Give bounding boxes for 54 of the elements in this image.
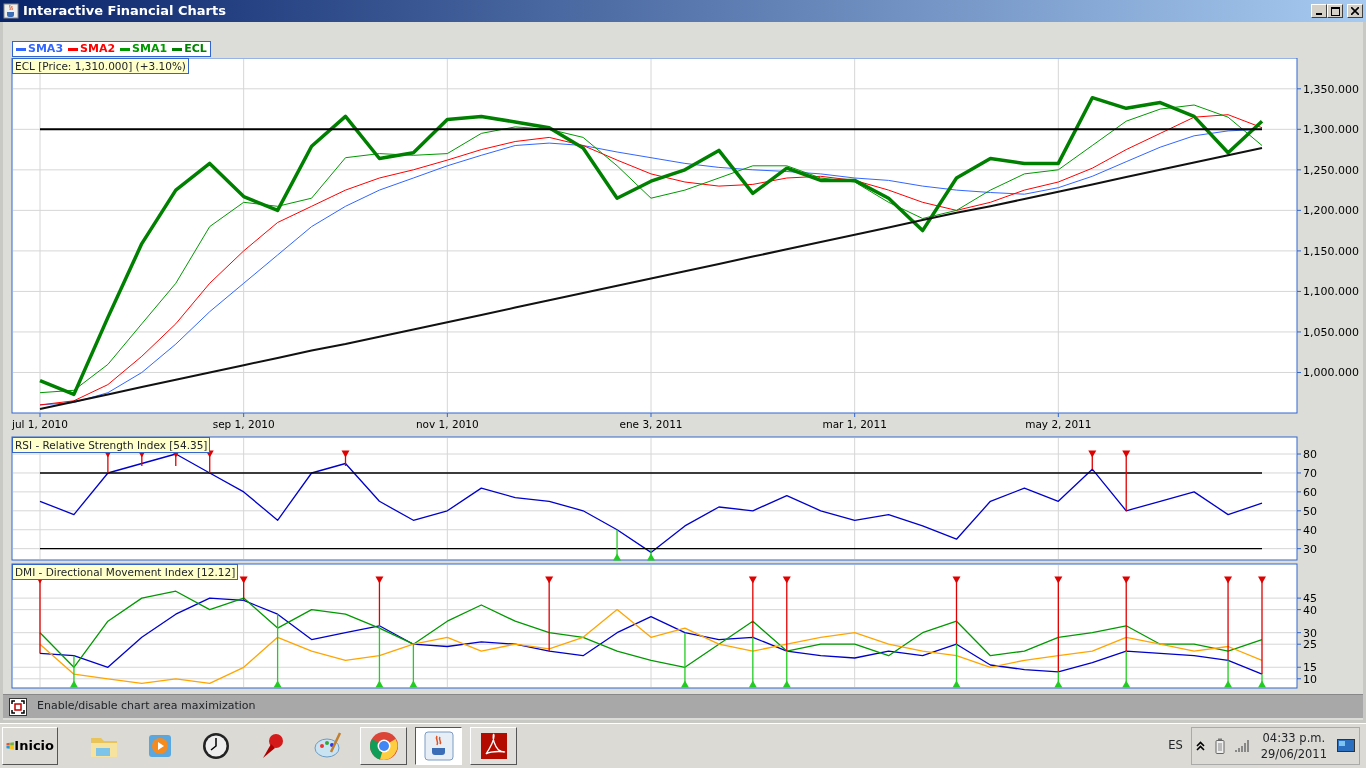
maximize-button[interactable] [1327,4,1343,18]
status-text: Enable/disable chart area maximization [37,698,256,715]
axis-label: 15 [1303,661,1317,675]
axis-label: nov 1, 2010 [415,418,479,430]
close-icon [1351,7,1359,15]
clock-time[interactable]: 04:33 p.m. [1260,730,1327,746]
legend-label: ECL [184,40,207,57]
cup-icon [422,730,455,762]
desktop-icon[interactable] [1337,739,1355,753]
axis-label: 25 [1303,638,1317,652]
axis-label: 50 [1303,504,1317,518]
battery-icon[interactable] [1214,738,1225,754]
axis-label: 40 [1303,603,1317,617]
maximize-icon [1330,6,1340,16]
axis-label: jul 1, 2010 [12,418,68,430]
window-title: Interactive Financial Charts [23,2,226,21]
axis-label: 10 [1303,672,1317,686]
axis-label: 30 [1303,626,1317,640]
axis-label: 40 [1303,523,1317,537]
chart-title: RSI - Relative Strength Index [54.35] [12,437,211,453]
legend-label: SMA3 [28,40,64,57]
taskbar-button[interactable] [415,727,462,765]
axis-label: 1,200.000 [1303,204,1359,218]
clock-icon [200,730,232,762]
axis-label: may 2, 2011 [1025,418,1092,430]
minimize-button[interactable] [1311,4,1327,18]
maximize-toggle-icon[interactable] [9,697,27,716]
clock-date[interactable]: 29/06/2011 [1260,746,1327,762]
colored-ring-icon [367,730,400,762]
axis-label: 80 [1303,448,1317,462]
axis-label: 1,100.000 [1303,285,1359,299]
chart-title: DMI - Directional Movement Index [12.12] [12,564,239,580]
axis-label: 45 [1303,592,1317,606]
axis-label: ene 3, 2011 [619,418,683,430]
axis-label: mar 1, 2011 [822,418,887,430]
axis-label: 1,250.000 [1303,163,1359,177]
start-button[interactable]: Inicio [2,727,58,765]
legend-label: SMA1 [132,40,168,57]
axis-label: 1,000.000 [1303,366,1359,380]
axis-label: 1,350.000 [1303,82,1359,96]
axis-label: 60 [1303,485,1317,499]
chevron-icon[interactable] [1195,741,1205,751]
axis-label: 30 [1303,542,1317,556]
axis-label: sep 1, 2010 [212,418,275,430]
axis-label: 1,150.000 [1303,244,1359,258]
axis-label: 70 [1303,466,1317,480]
signal-icon[interactable] [1234,740,1251,752]
legend-label: SMA2 [80,40,116,57]
language-indicator[interactable]: ES [1168,737,1183,755]
chart-title: ECL [Price: 1,310.000] (+3.10%) [12,58,189,74]
axis-label: 1,300.000 [1303,123,1359,137]
close-button[interactable] [1347,4,1363,18]
cup-icon [3,3,19,19]
axis-label: 1,050.000 [1303,325,1359,339]
